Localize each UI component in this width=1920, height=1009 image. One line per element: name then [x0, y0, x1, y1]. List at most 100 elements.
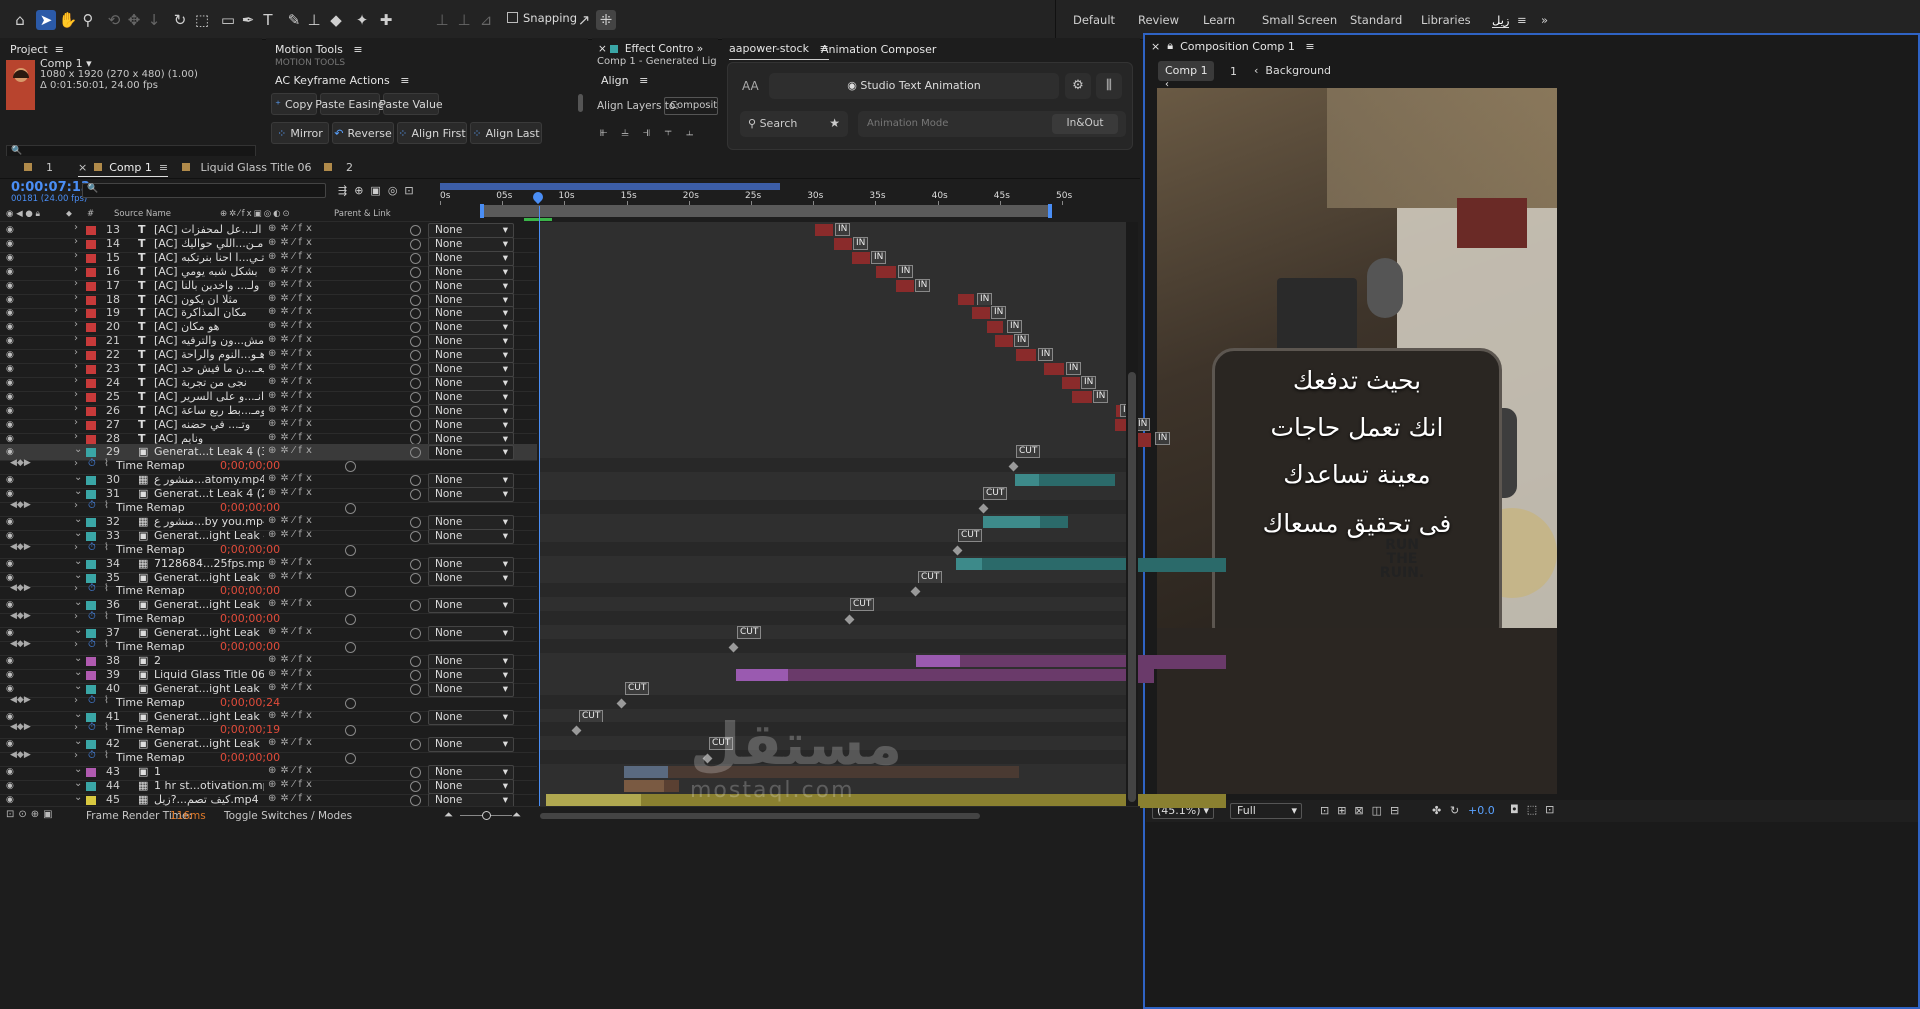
- layer-name[interactable]: Generat...ight Leak 1: [154, 682, 264, 695]
- mirror-button[interactable]: ⁘ Mirror: [271, 122, 329, 144]
- layer-switches[interactable]: ⊕✲⁄fx: [268, 376, 316, 387]
- tab-comp1[interactable]: × Comp 1 ≡: [78, 161, 169, 177]
- layer-name[interactable]: Generat...ight Leak 2: [154, 571, 264, 584]
- pick-whip-icon[interactable]: [410, 377, 421, 389]
- marker-tag[interactable]: IN: [1155, 431, 1171, 445]
- composition-preview[interactable]: RUN THE RUIN. بحيث تدفعك انك تعمل حاجات …: [1157, 88, 1557, 794]
- twirl-expand-icon[interactable]: ⌄: [74, 472, 82, 483]
- layer-name[interactable]: [AC] بشكل شبه يومي: [154, 265, 264, 278]
- twirl-expand-icon[interactable]: ⌄: [74, 764, 82, 775]
- property-value[interactable]: 0;00;00;00: [220, 543, 280, 556]
- layer-name[interactable]: Generat...t Leak 4 (2): [154, 487, 264, 500]
- pick-whip-icon[interactable]: [410, 683, 421, 695]
- pick-whip-icon[interactable]: [410, 294, 421, 306]
- label-color-icon[interactable]: [86, 670, 96, 680]
- layer-switches[interactable]: ⊕✲⁄fx: [268, 265, 316, 276]
- visibility-eye-icon[interactable]: ◉: [6, 434, 18, 444]
- twirl-expand-icon[interactable]: ›: [74, 375, 78, 386]
- layer-switches[interactable]: ⊕✲⁄fx: [268, 279, 316, 290]
- dolly-tool-icon[interactable]: ↓: [144, 10, 164, 30]
- studio-text-animation-button[interactable]: ◉ Studio Text Animation: [769, 73, 1059, 99]
- color-channel-icon[interactable]: ✤: [1432, 804, 1441, 817]
- label-color-icon[interactable]: [86, 309, 96, 319]
- pick-whip-icon[interactable]: [345, 544, 356, 556]
- marker-tag[interactable]: IN: [915, 278, 931, 292]
- stopwatch-icon[interactable]: ⏱: [88, 750, 96, 761]
- keyframe-actions-tab[interactable]: AC Keyframe Actions ≡: [275, 69, 409, 91]
- breadcrumb-comp1[interactable]: Comp 1 ‹: [1158, 61, 1214, 90]
- breadcrumb-background[interactable]: ‹ Background: [1254, 64, 1331, 77]
- snap-features-icon[interactable]: ⁜: [596, 10, 616, 30]
- pick-whip-icon[interactable]: [410, 558, 421, 570]
- visibility-eye-icon[interactable]: ◉: [6, 670, 18, 680]
- layer-name[interactable]: [AC] هـو...النوم والراحة: [154, 348, 264, 361]
- label-color-icon[interactable]: [86, 517, 96, 527]
- visibility-eye-icon[interactable]: ◉: [6, 684, 18, 694]
- layer-switches[interactable]: ⊕✲⁄fx: [268, 654, 316, 665]
- label-color-icon[interactable]: [86, 559, 96, 569]
- pick-whip-icon[interactable]: [410, 308, 421, 320]
- pick-whip-icon[interactable]: [345, 614, 356, 626]
- marker-tag[interactable]: IN: [1014, 334, 1030, 348]
- timeline-search-input[interactable]: 🔍: [82, 183, 326, 198]
- work-area-top[interactable]: [440, 183, 780, 190]
- layer-name[interactable]: [AC] نجى من تجربة: [154, 376, 264, 389]
- work-area-end[interactable]: [1048, 204, 1052, 218]
- label-color-icon[interactable]: [86, 448, 96, 458]
- pick-whip-icon[interactable]: [410, 475, 421, 487]
- twirl-expand-icon[interactable]: ›: [74, 500, 78, 511]
- pick-whip-icon[interactable]: [410, 767, 421, 779]
- timeline-zoom-slider[interactable]: [460, 811, 512, 820]
- layer-name[interactable]: Generat...ight Leak 2: [154, 737, 264, 750]
- zoom-out-icon[interactable]: ⏶: [444, 808, 453, 822]
- twirl-expand-icon[interactable]: ›: [74, 361, 78, 372]
- twirl-expand-icon[interactable]: ⌄: [74, 736, 82, 747]
- twirl-expand-icon[interactable]: ⌄: [74, 778, 82, 789]
- visibility-eye-icon[interactable]: ◉: [6, 392, 18, 402]
- label-color-icon[interactable]: [86, 768, 96, 778]
- label-color-icon[interactable]: [86, 406, 96, 416]
- pick-whip-icon[interactable]: [345, 586, 356, 598]
- stopwatch-icon[interactable]: ⏱: [88, 500, 96, 511]
- pick-whip-icon[interactable]: [410, 739, 421, 751]
- visibility-eye-icon[interactable]: ◉: [6, 295, 18, 305]
- keyframe-nav-icons[interactable]: ◀◆▶: [10, 722, 31, 732]
- twirl-expand-icon[interactable]: ›: [74, 222, 78, 233]
- layer-name[interactable]: Generat...ight Leak 2: [154, 598, 264, 611]
- keyframe-nav-icons[interactable]: ◀◆▶: [10, 542, 31, 552]
- property-value[interactable]: 0;00;00;00: [220, 751, 280, 764]
- label-color-icon[interactable]: [86, 573, 96, 583]
- graph-icon[interactable]: ⌇: [104, 695, 109, 706]
- pick-whip-icon[interactable]: [410, 322, 421, 334]
- layer-switches[interactable]: ⊕✲⁄fx: [268, 765, 316, 776]
- work-area-bar[interactable]: [482, 205, 1050, 217]
- align-last-button[interactable]: ⁘ Align Last: [470, 122, 542, 144]
- property-value[interactable]: 0;00;00;00: [220, 459, 280, 472]
- layer-switches[interactable]: ⊕✲⁄fx: [268, 251, 316, 262]
- tab-liquid-glass[interactable]: Liquid Glass Title 06: [182, 161, 312, 174]
- layer-switches[interactable]: ⊕✲⁄fx: [268, 626, 316, 637]
- pick-whip-icon[interactable]: [410, 433, 421, 445]
- visibility-eye-icon[interactable]: ◉: [6, 322, 18, 332]
- layer-name[interactable]: [AC] ولـ... واخدين بالنا: [154, 279, 264, 292]
- layer-switches[interactable]: ⊕✲⁄fx: [268, 779, 316, 790]
- twirl-expand-icon[interactable]: ⌄: [74, 570, 82, 581]
- pick-whip-icon[interactable]: [345, 753, 356, 765]
- label-color-icon[interactable]: [86, 434, 96, 444]
- layer-switches[interactable]: ⊕✲⁄fx: [268, 529, 316, 540]
- layer-name[interactable]: [AC] مش...ون والترفيه: [154, 334, 264, 347]
- layer-name[interactable]: [AC] مكان المذاكرة: [154, 306, 264, 319]
- visibility-eye-icon[interactable]: ◉: [6, 350, 18, 360]
- pick-whip-icon[interactable]: [410, 572, 421, 584]
- layer-name[interactable]: 7128684...25fps.mp4: [154, 557, 264, 570]
- horizontal-scrollbar[interactable]: [540, 813, 980, 819]
- rotate-tool-icon[interactable]: ↻: [170, 10, 190, 30]
- pick-whip-icon[interactable]: [410, 781, 421, 792]
- pick-whip-icon[interactable]: [410, 405, 421, 417]
- visibility-eye-icon[interactable]: ◉: [6, 239, 18, 249]
- label-color-icon[interactable]: [86, 712, 96, 722]
- pick-whip-icon[interactable]: [410, 655, 421, 667]
- pick-whip-icon[interactable]: [410, 669, 421, 681]
- layer-name[interactable]: [AC] ونايم: [154, 432, 264, 445]
- panel-menu-icon[interactable]: ≡: [55, 43, 64, 56]
